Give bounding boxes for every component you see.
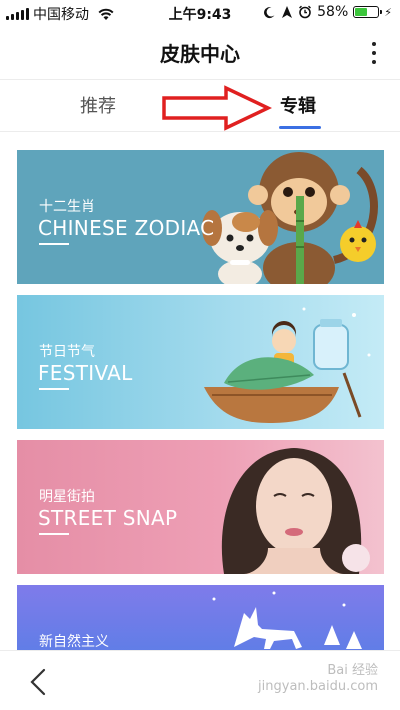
location-icon [282, 6, 293, 18]
status-bar: 中国移动 上午9:43 58% ⚡ [0, 0, 400, 26]
album-banner-new-naturalism[interactable]: 新自然主义 [17, 585, 384, 650]
nature-illustration [212, 591, 362, 649]
alarm-icon [299, 5, 312, 19]
celebrity-photo [221, 448, 370, 574]
battery-percent: 58% [317, 4, 349, 20]
album-banner-festival[interactable]: 节日节气 FESTIVAL [17, 295, 384, 429]
album-list: 十二生肖 CHINESE ZODIAC 节日节气 FESTIVAL 明星街拍 S… [0, 132, 400, 650]
banner-title-en: CHINESE ZODIAC [38, 216, 215, 240]
banner-title-cn: 十二生肖 [39, 199, 95, 215]
page-title: 皮肤中心 [160, 42, 240, 66]
festival-illustration [204, 307, 371, 423]
banner-title-cn: 节日节气 [39, 344, 95, 360]
nav-bar: 皮肤中心 [0, 26, 400, 80]
battery-icon [353, 6, 383, 18]
album-banner-street-snap[interactable]: 明星街拍 STREET SNAP [17, 440, 384, 574]
charging-icon: ⚡ [384, 5, 392, 19]
active-tab-indicator [279, 126, 321, 129]
moon-icon [264, 6, 275, 18]
tab-albums[interactable]: 专辑 [280, 92, 316, 118]
battery-fill [355, 8, 368, 16]
banner-underline [39, 533, 69, 535]
banner-title-en: FESTIVAL [38, 361, 133, 385]
watermark-line-1: Bai 经验 [327, 663, 378, 678]
banner-title-en: STREET SNAP [38, 506, 178, 530]
chevron-left-icon[interactable] [26, 667, 52, 697]
bottom-bar: Bai 经验 jingyan.baidu.com [0, 650, 400, 710]
status-right: 58% ⚡ [263, 4, 392, 20]
banner-underline [39, 243, 69, 245]
banner-underline [39, 388, 69, 390]
watermark: Bai 经验 jingyan.baidu.com [258, 663, 378, 695]
more-options-icon[interactable] [364, 40, 384, 66]
watermark-line-2: jingyan.baidu.com [258, 679, 378, 694]
tab-recommended[interactable]: 推荐 [80, 92, 116, 118]
annotation-arrow-icon [162, 85, 272, 131]
banner-title-cn: 新自然主义 [39, 634, 109, 650]
banner-title-cn: 明星街拍 [39, 489, 95, 505]
album-banner-chinese-zodiac[interactable]: 十二生肖 CHINESE ZODIAC [17, 150, 384, 284]
